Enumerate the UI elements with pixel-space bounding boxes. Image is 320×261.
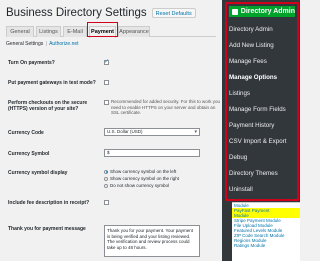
reset-defaults-button[interactable]: Reset Defaults xyxy=(151,8,196,18)
test-mode-checkbox[interactable] xyxy=(104,80,109,85)
title-row: Business Directory Settings Reset Defaul… xyxy=(6,6,196,20)
radio-on[interactable] xyxy=(104,169,108,174)
test-mode-label: Put payment gateways in test mode? xyxy=(8,80,96,86)
symbol-none-label: Do not show currency symbol xyxy=(110,183,170,188)
settings-subnav: General Settings | Authorize.net xyxy=(6,41,79,47)
fee-description-label: Include fee description in receipt? xyxy=(8,200,90,206)
payment-tab-highlight xyxy=(87,22,118,37)
settings-panel: Business Directory Settings Reset Defaul… xyxy=(0,0,222,261)
symbol-right-label: Show currency symbol on the right xyxy=(110,176,180,181)
symbol-left-label: Show currency symbol on the left xyxy=(110,169,177,174)
fee-description-checkbox[interactable] xyxy=(104,200,109,205)
page-title: Business Directory Settings xyxy=(6,7,147,19)
https-hint: Recommended for added security. For this… xyxy=(111,99,220,115)
thank-you-textarea[interactable]: Thank you for your payment. Your payment… xyxy=(104,225,200,257)
menu-item-debug[interactable]: Debug xyxy=(229,154,247,161)
turn-on-payments-label: Turn On payments? xyxy=(8,60,55,66)
menu-item-manage-options[interactable]: Manage Options xyxy=(229,74,277,81)
menu-item-manage-fees[interactable]: Manage Fees xyxy=(229,58,267,65)
subnav-current: General Settings xyxy=(6,41,44,47)
currency-symbol-label: Currency Symbol xyxy=(8,151,50,157)
tab-email[interactable]: E-Mail xyxy=(63,26,87,37)
radio-off[interactable] xyxy=(104,183,108,188)
directory-icon xyxy=(232,8,238,15)
tab-general[interactable]: General xyxy=(6,26,34,37)
currency-code-select[interactable]: U.S. Dollar (USD) xyxy=(104,128,200,136)
symbol-none-option[interactable]: Do not show currency symbol xyxy=(104,183,169,188)
directory-admin-title: Directory Admin xyxy=(240,8,295,15)
menu-item-listings[interactable]: Listings xyxy=(229,90,250,97)
payment-settings-form: Turn On payments? Put payment gateways i… xyxy=(0,50,222,261)
tab-listings[interactable]: Listings xyxy=(36,26,61,37)
turn-on-payments-checkbox[interactable] xyxy=(104,58,109,65)
menu-item-directory-admin[interactable]: Directory Admin xyxy=(229,26,273,33)
tab-appearance[interactable]: Appearance xyxy=(118,26,150,37)
symbol-left-option[interactable]: Show currency symbol on the left xyxy=(104,169,176,174)
directory-admin-menu: Directory Admin Directory Admin Add New … xyxy=(225,2,299,201)
menu-item-uninstall[interactable]: Uninstall xyxy=(229,186,253,193)
menu-item-add-new-listing[interactable]: Add New Listing xyxy=(229,42,274,49)
https-label: Perform checkouts on the secure (HTTPS) … xyxy=(8,100,88,112)
radio-off[interactable] xyxy=(104,176,108,181)
module-link[interactable]: Ratings Module xyxy=(232,243,300,248)
subnav-authorize-net-link[interactable]: Authorize.net xyxy=(49,41,78,47)
currency-symbol-input[interactable]: $ xyxy=(104,149,200,157)
https-checkbox[interactable] xyxy=(104,100,109,105)
menu-item-payment-history[interactable]: Payment History xyxy=(229,122,274,129)
subnav-separator: | xyxy=(45,41,47,47)
module-list: Module PayFast Payment Module Stripe Pay… xyxy=(232,202,300,261)
currency-code-label: Currency Code xyxy=(8,130,44,136)
menu-item-directory-themes[interactable]: Directory Themes xyxy=(229,170,278,177)
menu-item-manage-form-fields[interactable]: Manage Form Fields xyxy=(229,106,286,113)
symbol-display-label: Currency symbol display xyxy=(8,170,68,176)
thank-you-label: Thank you for payment message xyxy=(8,226,86,232)
directory-admin-header[interactable]: Directory Admin xyxy=(229,6,295,17)
menu-item-csv-import-export[interactable]: CSV Import & Export xyxy=(229,138,286,145)
symbol-right-option[interactable]: Show currency symbol on the right xyxy=(104,176,179,181)
